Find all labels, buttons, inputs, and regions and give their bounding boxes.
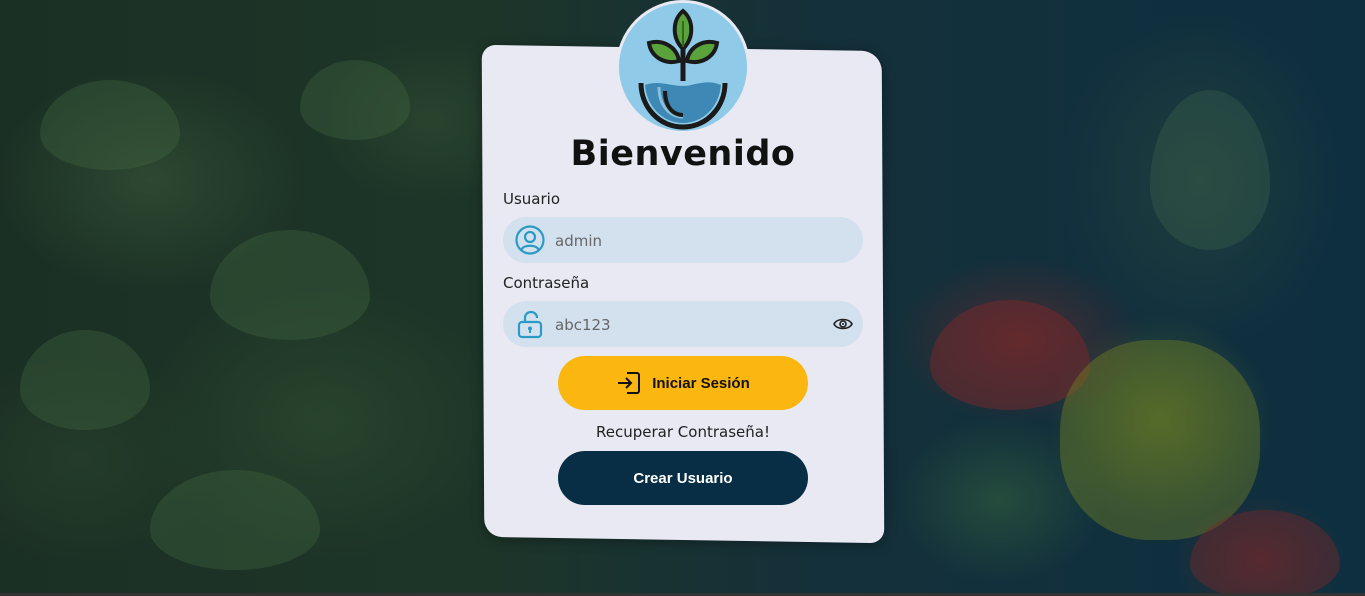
login-button-label: Iniciar Sesión — [652, 374, 750, 392]
login-form: Bienvenido Usuario Contraseña Ini — [483, 0, 883, 596]
username-label: Usuario — [503, 190, 561, 208]
create-user-button[interactable]: Crear Usuario — [558, 451, 808, 505]
password-field[interactable] — [503, 301, 863, 349]
password-input[interactable] — [553, 301, 827, 349]
page-title: Bienvenido — [570, 134, 796, 174]
recover-password-link[interactable]: Recuperar Contraseña! — [483, 423, 883, 441]
plant-logo-icon — [616, 0, 750, 134]
sign-in-icon — [618, 372, 641, 394]
username-field[interactable] — [503, 217, 863, 265]
lock-icon — [517, 310, 543, 339]
user-circle-icon — [515, 225, 545, 255]
password-label: Contraseña — [503, 274, 590, 292]
login-button[interactable]: Iniciar Sesión — [558, 356, 808, 410]
eye-icon[interactable] — [833, 315, 853, 333]
username-input[interactable] — [553, 217, 827, 265]
